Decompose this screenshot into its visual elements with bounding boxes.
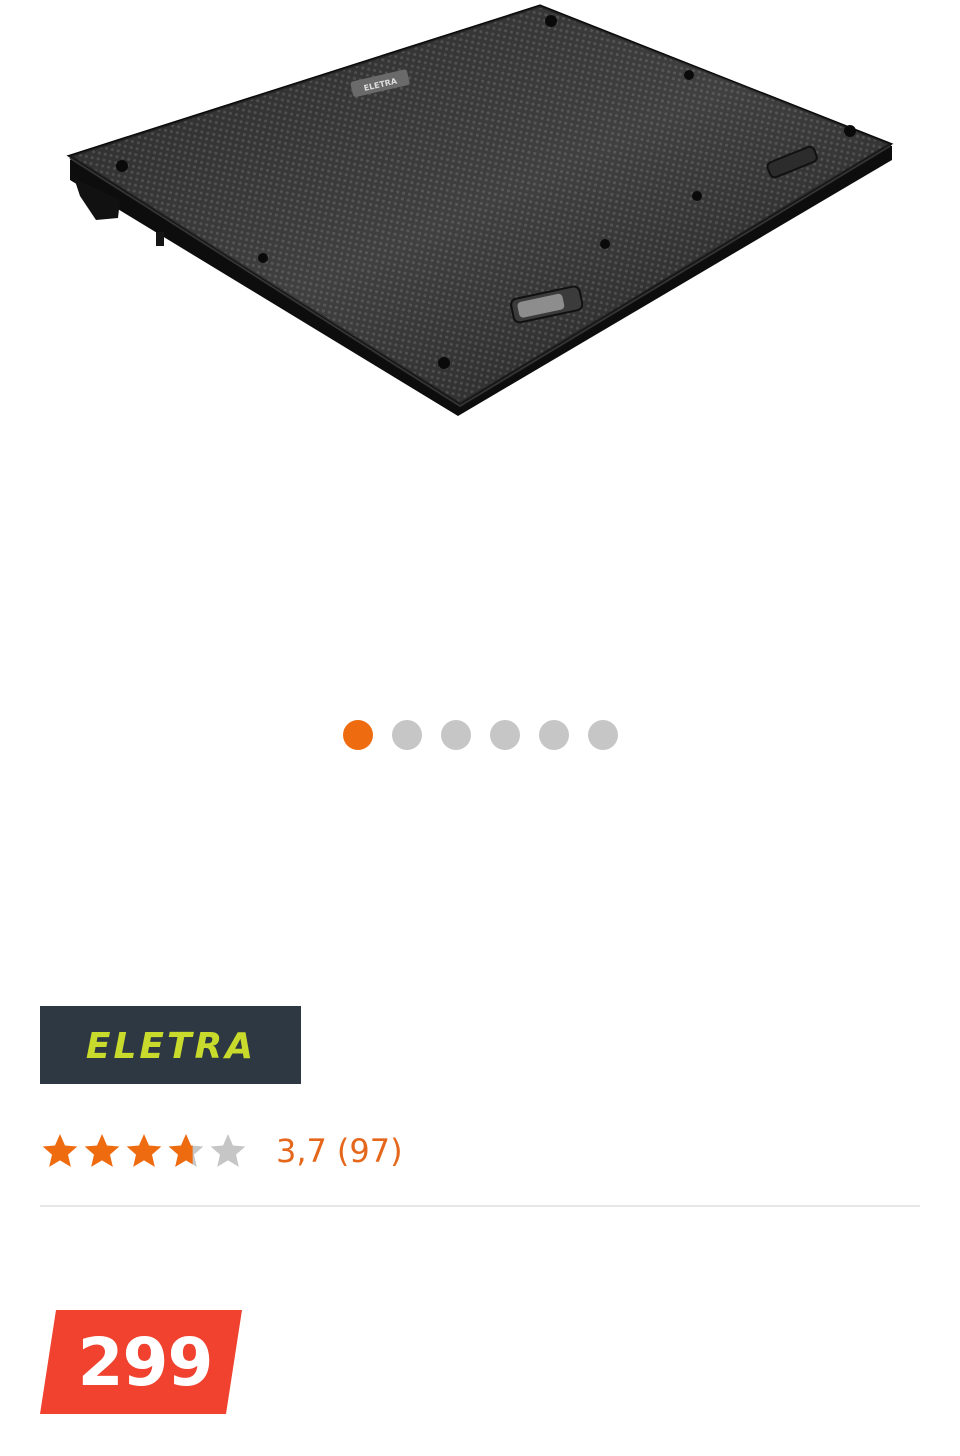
star-full-icon: [42, 1134, 78, 1167]
price-value: 299: [77, 1323, 214, 1401]
star-full-icon: [126, 1134, 162, 1167]
gallery-dot-1[interactable]: [342, 720, 373, 750]
brand-logo[interactable]: ELETRA: [40, 1006, 301, 1084]
star-empty-icon: [210, 1134, 246, 1167]
gallery-dot-5[interactable]: [538, 720, 569, 750]
price-badge: 299: [40, 1310, 242, 1414]
brand-name: ELETRA: [85, 1026, 255, 1067]
rating-score: 3,7: [276, 1132, 327, 1170]
brand-logo-wordmark: ELETRA: [85, 1026, 255, 1067]
product-image-gallery[interactable]: ELETRA: [0, 0, 960, 700]
product-rating[interactable]: 3,7 (97): [40, 1126, 403, 1176]
rating-summary[interactable]: 3,7 (97): [276, 1132, 403, 1170]
gallery-dot-6[interactable]: [587, 720, 618, 750]
rating-count: (97): [336, 1132, 403, 1170]
gallery-pagination: [0, 720, 960, 750]
gallery-dot-3[interactable]: [440, 720, 471, 750]
star-partial-icon: [168, 1134, 204, 1167]
star-full-icon: [84, 1134, 120, 1167]
rating-stars: [40, 1131, 248, 1171]
gallery-dot-4[interactable]: [489, 720, 520, 750]
product-image[interactable]: ELETRA: [0, 0, 960, 440]
gallery-dot-2[interactable]: [391, 720, 422, 750]
section-divider: [40, 1205, 920, 1207]
